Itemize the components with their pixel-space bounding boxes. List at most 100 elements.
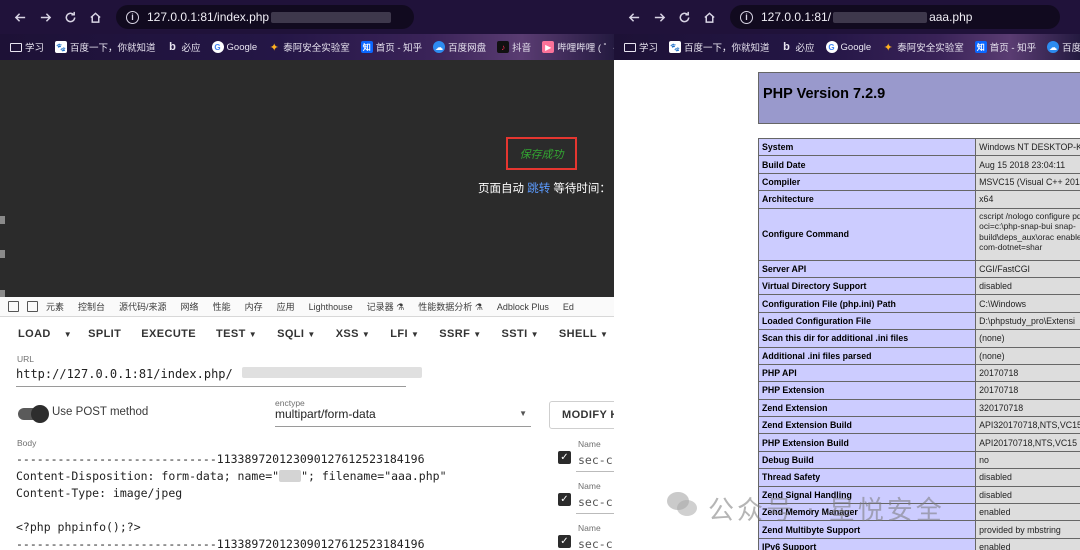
hackbar-execute-button[interactable]: EXECUTE <box>131 328 206 340</box>
hackbar-menu-label: LOAD <box>18 328 51 340</box>
address-bar[interactable]: i 127.0.0.1:81/ aaa.php <box>730 5 1060 29</box>
bookmarks-bar: 学习 🐾 百度一下，你就知道 b 必应 G Google ✦ 泰阿安全实验室知首页 - 知乎 ☁ 百… <box>0 34 614 60</box>
bookmark-item[interactable]: ▶哔哩哔哩 ( ゜- ゜)つ... <box>542 40 614 54</box>
back-button[interactable] <box>622 5 647 29</box>
hackbar-menu-label: SPLIT <box>88 328 122 340</box>
upload-result-page: 保存成功 页面自动 跳转 等待时间： 1 <box>0 60 614 297</box>
phpinfo-value: C:\Windows <box>975 294 1080 313</box>
bookmark-item[interactable]: 🐾 百度一下，你就知道 <box>55 40 156 54</box>
bookmark-label: 必应 <box>181 43 201 54</box>
phpinfo-value: (none) <box>975 346 1080 365</box>
phpinfo-key: System <box>757 137 977 157</box>
devtools-tab[interactable]: Ed <box>563 302 574 312</box>
hackbar-ssrf-button[interactable]: SSRF ▼ <box>429 328 491 340</box>
header-name-input[interactable]: sec-c <box>578 453 613 467</box>
forward-button[interactable] <box>647 5 672 29</box>
hackbar-test-button[interactable]: TEST ▼ <box>206 328 267 340</box>
hackbar-ssti-button[interactable]: SSTI ▼ <box>492 328 549 340</box>
enctype-select[interactable]: multipart/form-data ▼ <box>275 407 531 427</box>
back-button[interactable] <box>8 5 33 29</box>
phpinfo-row: Compiler MSVC15 (Visual C++ 201 <box>757 172 1080 192</box>
forward-button[interactable] <box>33 5 58 29</box>
header-row: ✓ Name sec-c <box>556 477 614 519</box>
devtools-tab[interactable]: Adblock Plus <box>497 302 549 312</box>
caret-down-icon: ▼ <box>410 330 420 339</box>
devtools-tab[interactable]: 性能 <box>213 300 231 313</box>
info-icon[interactable]: i <box>740 10 753 24</box>
reload-button[interactable] <box>58 5 83 29</box>
body-line: Content-Type: image/jpeg <box>16 486 183 500</box>
header-enable-checkbox[interactable]: ✓ <box>558 535 571 548</box>
left-browser-window: i 127.0.0.1:81/index.php 学习 🐾 百度一下，你就知道 b 必应… <box>0 0 614 550</box>
hackbar-lfi-button[interactable]: LFI ▼ <box>380 328 429 340</box>
devtools-tab[interactable]: 性能数据分析 ⚗ <box>418 300 483 313</box>
hackbar-load-button[interactable]: LOAD <box>8 328 61 340</box>
body-label: Body <box>17 438 37 448</box>
redirect-link[interactable]: 跳转 <box>527 183 550 195</box>
header-enable-checkbox[interactable]: ✓ <box>558 493 571 506</box>
home-button[interactable] <box>83 5 108 29</box>
header-name-input[interactable]: sec-c <box>578 537 613 550</box>
bookmark-item[interactable]: b 必应 <box>167 40 201 54</box>
phpinfo-key: Debug Build <box>757 450 977 470</box>
hackbar-load-dropdown-button[interactable]: ▼ <box>61 328 78 340</box>
php-version-header: PHP Version 7.2.9 <box>758 72 1080 124</box>
phpinfo-value: enabled <box>975 503 1080 522</box>
bookmark-item[interactable]: ♪ 抖音 <box>497 40 531 54</box>
chevron-down-icon: ▼ <box>519 409 527 418</box>
baidu-pan-icon: ☁ <box>433 41 446 53</box>
modify-header-button[interactable]: MODIFY H <box>549 401 614 429</box>
phpinfo-key: Additional .ini files parsed <box>757 346 977 365</box>
bookmark-item[interactable]: 🐾 百度一下，你就知道 <box>669 40 770 54</box>
hackbar-shell-button[interactable]: SHELL ▼ <box>549 328 614 340</box>
devtools-tab[interactable]: 控制台 <box>78 300 105 313</box>
bookmark-item[interactable]: 知首页 - 知乎 <box>974 40 1036 54</box>
address-bar[interactable]: i 127.0.0.1:81/index.php <box>116 5 414 29</box>
hackbar-xss-button[interactable]: XSS ▼ <box>326 328 381 340</box>
bookmark-item[interactable]: b 必应 <box>781 40 814 54</box>
request-body-textarea[interactable]: -----------------------------11338972012… <box>16 451 556 550</box>
devtools-tab[interactable]: 记录器 ⚗ <box>367 300 405 313</box>
bookmark-item[interactable]: ✦ 泰阿安全实验室 <box>882 40 964 55</box>
devtools-tab[interactable]: 内存 <box>245 300 263 313</box>
info-icon[interactable]: i <box>126 10 139 24</box>
bookmark-item[interactable]: 学习 <box>624 40 658 54</box>
bookmark-item[interactable]: 知首页 - 知乎 <box>360 40 422 54</box>
phpinfo-key: PHP Extension <box>757 381 977 400</box>
devtools-tab[interactable]: Lighthouse <box>309 302 353 312</box>
watermark-text: 公众号 · 星悦安全 <box>708 496 945 526</box>
hackbar-sqli-button[interactable]: SQLI ▼ <box>267 328 326 340</box>
bookmark-item[interactable]: G Google <box>825 41 871 53</box>
bookmark-item[interactable]: ☁百度网盘 <box>433 40 486 54</box>
bookmark-label: 泰阿安全实验室 <box>897 43 964 54</box>
phpinfo-value: Aug 15 2018 23:04:11 <box>975 155 1080 174</box>
phpinfo-key: Scan this dir for additional .ini files <box>757 329 977 348</box>
devtools-tab[interactable]: 应用 <box>277 300 295 313</box>
devtools-tab[interactable]: 网络 <box>181 300 199 313</box>
bookmark-item[interactable]: 学习 <box>10 40 44 54</box>
arrow-right-icon <box>40 12 52 22</box>
bookmark-item[interactable]: G Google <box>211 41 257 53</box>
inspect-element-icon[interactable] <box>8 301 19 312</box>
phpinfo-key: Server API <box>757 259 977 278</box>
body-line: <?php phpinfo();?> <box>16 520 141 534</box>
phpinfo-key: Configuration File (php.ini) Path <box>757 294 977 313</box>
home-button[interactable] <box>697 5 722 29</box>
address-text-file: aaa.php <box>929 10 973 24</box>
hackbar-split-button[interactable]: SPLIT <box>78 328 131 340</box>
use-post-toggle[interactable] <box>18 405 49 423</box>
bing-icon: b <box>783 41 790 53</box>
header-enable-checkbox[interactable]: ✓ <box>558 451 571 464</box>
redirect-notice: 页面自动 跳转 等待时间： 1 <box>478 180 614 196</box>
body-line-part: "; filename="aaa.php" <box>301 469 447 483</box>
device-toolbar-icon[interactable] <box>27 301 38 312</box>
devtools-tab[interactable]: 元素 <box>46 300 64 313</box>
phpinfo-value: 320170718 <box>975 398 1080 418</box>
phpinfo-value: D:\phpstudy_pro\Extensi <box>975 311 1080 331</box>
reload-button[interactable] <box>672 5 697 29</box>
bookmark-item[interactable]: ☁百度网盘 <box>1047 40 1080 54</box>
header-name-input[interactable]: sec-c <box>578 495 613 509</box>
devtools-tab[interactable]: 源代码/来源 <box>119 300 167 313</box>
bookmark-item[interactable]: ✦ 泰阿安全实验室 <box>268 40 350 55</box>
hackbar-url-input[interactable]: http://127.0.0.1:81/index.php/ <box>16 367 422 387</box>
